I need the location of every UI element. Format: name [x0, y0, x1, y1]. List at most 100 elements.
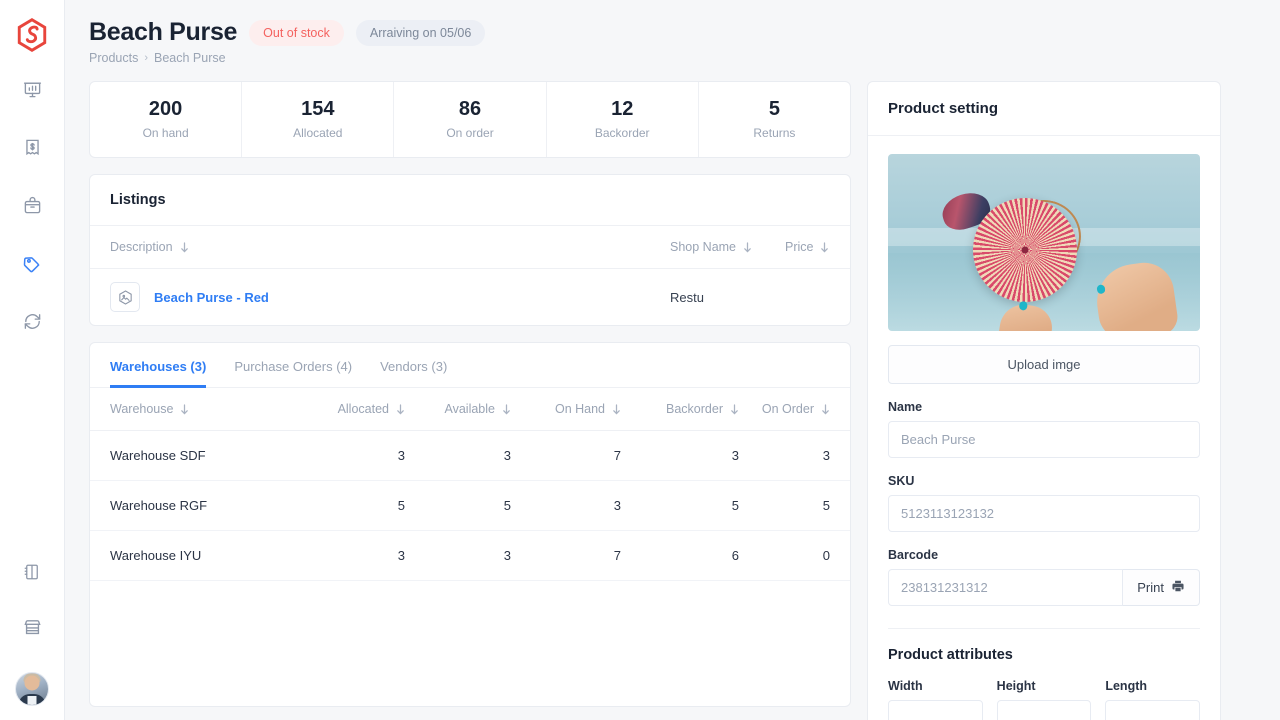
height-input[interactable]: [996, 700, 1092, 720]
status-badge-arriving: Arraiving on 05/06: [355, 19, 486, 46]
stat-label: Returns: [753, 126, 796, 140]
column-header-on-hand[interactable]: On Hand: [511, 402, 621, 416]
analytics-board-icon: [23, 80, 42, 104]
sidebar-item-products[interactable]: [18, 194, 46, 222]
brand-logo-icon[interactable]: [15, 18, 49, 52]
product-image[interactable]: [888, 154, 1200, 331]
avatar-shirt: [27, 696, 37, 705]
stat-returns: 5 Returns: [699, 82, 850, 157]
storefront-icon: [23, 618, 42, 642]
tab-vendors[interactable]: Vendors (3): [380, 359, 447, 388]
sort-arrow-icon: [820, 241, 829, 253]
column-label: Price: [785, 240, 814, 254]
stat-on-order: 86 On order: [394, 82, 547, 157]
title-row: Beach Purse Out of stock Arraiving on 05…: [89, 18, 1256, 47]
user-avatar[interactable]: [15, 672, 49, 706]
column-header-allocated[interactable]: Allocated: [295, 402, 405, 416]
name-input[interactable]: [888, 421, 1200, 458]
product-setting-body: Upload imge Name SKU Barcode: [868, 136, 1220, 720]
sku-input[interactable]: [888, 495, 1200, 532]
right-column: Product setting Upload imge Name Beach P…: [867, 81, 1221, 720]
warehouses-card: Warehouses (3) Purchase Orders (4) Vendo…: [89, 342, 851, 707]
table-row[interactable]: Warehouse SDF 3 3 7 3 3: [90, 431, 850, 481]
product-setting-card: Product setting Upload imge Name Beach P…: [867, 81, 1221, 720]
sidebar-item-invoices[interactable]: [18, 136, 46, 164]
sidebar-bottom-nav: [0, 560, 64, 706]
upload-image-button[interactable]: Upload imge: [888, 345, 1200, 384]
length-field-group: Length: [1105, 679, 1201, 720]
sku-label: SKU: [888, 474, 915, 488]
breadcrumb-current: Beach Purse: [154, 51, 226, 65]
column-label: Description: [110, 240, 173, 254]
warehouse-on-hand: 3: [613, 498, 621, 513]
invoice-dollar-icon: [23, 138, 42, 162]
section-divider: [888, 628, 1200, 629]
stat-backorder: 12 Backorder: [547, 82, 699, 157]
breadcrumb-separator-icon: ›: [144, 52, 149, 64]
sidebar-item-sync[interactable]: [18, 310, 46, 338]
sidebar-nav: [18, 78, 46, 338]
sort-arrow-icon: [180, 403, 189, 415]
warehouse-allocated: 3: [397, 548, 405, 563]
warehouse-backorder: 6: [731, 548, 739, 563]
tab-warehouses[interactable]: Warehouses (3): [110, 359, 207, 388]
length-input[interactable]: [1105, 700, 1201, 720]
sidebar-item-listings[interactable]: [18, 252, 46, 280]
width-label: Width: [888, 679, 923, 693]
tab-bar: Warehouses (3) Purchase Orders (4) Vendo…: [90, 343, 850, 388]
listing-shop-name: Restu: [670, 289, 704, 305]
stat-on-hand: 200 On hand: [90, 82, 243, 157]
column-header-price[interactable]: Price: [785, 240, 829, 254]
sidebar-item-store[interactable]: [18, 616, 46, 644]
column-header-shop-name[interactable]: Shop Name: [670, 240, 785, 254]
sidebar-item-analytics[interactable]: [18, 78, 46, 106]
warehouse-allocated: 5: [397, 498, 405, 513]
barcode-input[interactable]: [888, 569, 1124, 606]
stat-label: Backorder: [594, 126, 650, 140]
name-field-group: Name: [888, 400, 1200, 458]
sort-arrow-icon: [396, 403, 405, 415]
barcode-field-group: Barcode Print: [888, 548, 1200, 606]
product-attributes-title: Product attributes: [888, 647, 1013, 663]
column-label: On Hand: [554, 402, 605, 416]
width-input[interactable]: [888, 700, 983, 720]
table-row[interactable]: Warehouse IYU 3 3 7 6 0: [90, 531, 850, 581]
listing-description-link[interactable]: Beach Purse - Red: [154, 290, 670, 305]
package-box-icon: [23, 196, 42, 220]
sidebar-item-notebook[interactable]: [18, 560, 46, 588]
stat-value: 86: [458, 98, 482, 120]
status-badge-stock: Out of stock: [249, 19, 344, 46]
warehouse-backorder: 3: [731, 448, 739, 463]
warehouse-on-order: 3: [822, 448, 830, 463]
page-header: Beach Purse Out of stock Arraiving on 05…: [65, 0, 1280, 65]
warehouse-available: 3: [503, 448, 511, 463]
stat-label: On order: [446, 126, 494, 140]
warehouse-on-order: 0: [822, 548, 830, 563]
content-area: 200 On hand 154 Allocated 86 On order 12…: [65, 65, 1280, 720]
warehouse-name: Warehouse RGF: [110, 498, 208, 513]
purse-body: [973, 197, 1078, 302]
column-header-on-order[interactable]: On Order: [739, 402, 830, 416]
barcode-row: Print: [888, 569, 1200, 606]
print-button[interactable]: Print: [1123, 569, 1200, 606]
column-header-warehouse[interactable]: Warehouse: [110, 402, 295, 416]
tab-purchase-orders[interactable]: Purchase Orders (4): [234, 359, 352, 388]
warehouse-on-order: 5: [822, 498, 830, 513]
column-label: Allocated: [337, 402, 389, 416]
listings-title: Listings: [90, 175, 850, 226]
breadcrumb-parent[interactable]: Products: [89, 51, 138, 65]
column-label: On Order: [761, 402, 814, 416]
fingernail: [1096, 284, 1106, 295]
sidebar: [0, 0, 65, 720]
sort-arrow-icon: [821, 403, 830, 415]
column-header-description[interactable]: Description: [110, 240, 670, 254]
table-row[interactable]: Beach Purse - Red Restu: [90, 269, 850, 325]
sort-arrow-icon: [730, 403, 739, 415]
column-header-backorder[interactable]: Backorder: [621, 402, 739, 416]
warehouse-available: 5: [503, 498, 511, 513]
warehouse-allocated: 3: [397, 448, 405, 463]
table-row[interactable]: Warehouse RGF 5 5 3 5 5: [90, 481, 850, 531]
barcode-label: Barcode: [888, 548, 939, 562]
stat-label: On hand: [142, 126, 189, 140]
column-header-available[interactable]: Available: [405, 402, 511, 416]
